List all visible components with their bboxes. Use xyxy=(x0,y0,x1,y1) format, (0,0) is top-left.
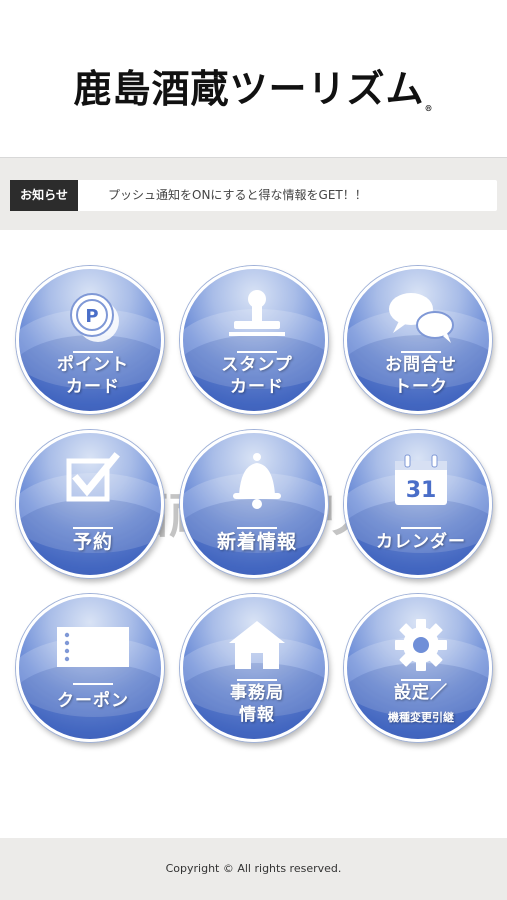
ticket-icon xyxy=(19,615,161,675)
gear-icon xyxy=(347,615,489,675)
point-card-label-2: カード xyxy=(66,377,120,397)
coupon-button[interactable]: クーポン xyxy=(16,594,164,742)
settings-label-1: 設定／ xyxy=(394,683,448,703)
calendar-label: カレンダー xyxy=(376,532,466,552)
notice-label: お知らせ xyxy=(10,180,78,211)
talk-label-2: トーク xyxy=(394,377,448,397)
logo-registered-mark: ® xyxy=(424,103,434,113)
calendar-icon: 31 xyxy=(347,451,489,511)
notice-section: お知らせ プッシュ通知をONにすると得な情報をGET！！ xyxy=(0,157,507,230)
chat-bubbles-icon xyxy=(347,287,489,347)
notice-text[interactable]: プッシュ通知をONにすると得な情報をGET！！ xyxy=(108,180,367,211)
bell-icon xyxy=(183,451,325,511)
news-button[interactable]: 新着情報 xyxy=(180,430,328,578)
talk-label-1: お問合せ xyxy=(385,355,457,375)
coupon-label: クーポン xyxy=(57,691,129,711)
stamp-card-label-2: カード xyxy=(230,377,284,397)
app-header: 鹿島酒蔵ツーリズム® xyxy=(0,0,507,157)
notice-bar[interactable]: お知らせ プッシュ通知をONにすると得な情報をGET！！ xyxy=(10,180,497,211)
calendar-button[interactable]: 31 カレンダー xyxy=(344,430,492,578)
footer: Copyright © All rights reserved. xyxy=(0,838,507,900)
point-card-button[interactable]: P ポイント カード xyxy=(16,266,164,414)
menu-grid: 鹿島酒蔵ツーリズム® P ポイント カード スタンプ カ xyxy=(0,230,507,838)
office-info-label-2: 情報 xyxy=(239,705,275,725)
stamp-card-button[interactable]: スタンプ カード xyxy=(180,266,328,414)
news-label: 新着情報 xyxy=(216,531,297,553)
settings-button[interactable]: 設定／ 機種変更引継 xyxy=(344,594,492,742)
talk-button[interactable]: お問合せ トーク xyxy=(344,266,492,414)
house-icon xyxy=(183,615,325,675)
checkbox-icon xyxy=(19,451,161,511)
reserve-button[interactable]: 予約 xyxy=(16,430,164,578)
calendar-day: 31 xyxy=(406,478,437,503)
office-info-label-1: 事務局 xyxy=(230,683,284,703)
point-card-label-1: ポイント xyxy=(57,355,129,375)
office-info-button[interactable]: 事務局 情報 xyxy=(180,594,328,742)
settings-label-2: 機種変更引継 xyxy=(388,711,454,724)
coin-letter: P xyxy=(85,306,98,327)
stamp-card-label-1: スタンプ xyxy=(221,355,293,375)
logo-text: 鹿島酒蔵ツーリズム xyxy=(73,66,425,111)
reserve-label: 予約 xyxy=(72,531,113,553)
coin-p-icon: P xyxy=(19,287,161,347)
brand-logo: 鹿島酒蔵ツーリズム® xyxy=(0,58,507,113)
stamp-icon xyxy=(183,287,325,347)
copyright-text: Copyright © All rights reserved. xyxy=(165,862,342,875)
